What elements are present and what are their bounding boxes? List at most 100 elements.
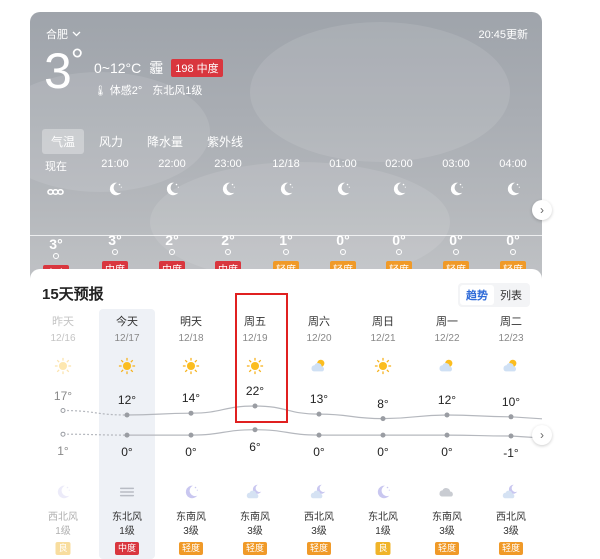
hour-time: 02:00 bbox=[385, 158, 413, 170]
tab-temperature[interactable]: 气温 bbox=[42, 129, 85, 154]
day-name: 周一 bbox=[436, 316, 458, 328]
wind-level: 1级 bbox=[375, 526, 391, 537]
forecast-next-button[interactable]: › bbox=[532, 425, 552, 445]
forecast-day-5[interactable]: 周日 12/21 东北风 1级良 bbox=[355, 309, 411, 559]
hour-temp-dot bbox=[340, 249, 346, 255]
list-toggle-button[interactable]: 列表 bbox=[494, 285, 528, 305]
moon-icon bbox=[379, 180, 419, 202]
location-selector[interactable]: 合肥 bbox=[46, 26, 81, 42]
day-wind: 东北风 1级 bbox=[355, 511, 411, 539]
day-aqi-badge: 轻度 bbox=[242, 542, 268, 555]
chevron-down-icon bbox=[72, 29, 81, 39]
wind-direction: 西北风 bbox=[496, 512, 526, 523]
day-date: 12/21 bbox=[370, 333, 396, 344]
day-date: 12/18 bbox=[178, 333, 204, 344]
day-aqi-badge: 良 bbox=[55, 542, 71, 555]
high-temp-label: 12° bbox=[437, 393, 457, 407]
moon-icon bbox=[208, 180, 248, 202]
wind-direction: 东北风 bbox=[112, 512, 142, 523]
day-name: 今天 bbox=[116, 316, 138, 328]
forecast-day-4[interactable]: 周六 12/20 西北风 3级 轻度 bbox=[291, 309, 347, 559]
tab-uv[interactable]: 紫外线 bbox=[198, 129, 252, 154]
infinity-icon bbox=[36, 184, 76, 206]
hour-time: 12/18 bbox=[272, 158, 300, 170]
day-wind: 西北风 3级 bbox=[291, 511, 347, 539]
day-wind: 东北风 1级 bbox=[99, 511, 155, 539]
day-wind: 东南风 3级 bbox=[419, 511, 475, 539]
moon-icon bbox=[323, 180, 363, 202]
low-temp-label: 0° bbox=[377, 445, 389, 460]
location-name: 合肥 bbox=[46, 29, 68, 41]
day-date: 12/17 bbox=[114, 333, 140, 344]
wind-level: 1级 bbox=[55, 526, 71, 537]
hour-time: 04:00 bbox=[499, 158, 527, 170]
day-date: 12/22 bbox=[434, 333, 460, 344]
hourly-item: 02:00 0°轻度 bbox=[379, 158, 419, 276]
sun-icon bbox=[355, 356, 411, 376]
hourly-item: 23:00 2°中度 bbox=[208, 158, 248, 276]
day-aqi-badge: 轻度 bbox=[306, 542, 332, 555]
hourly-next-button[interactable]: › bbox=[532, 200, 552, 220]
update-time: 20:45更新 bbox=[478, 29, 528, 41]
hour-time: 21:00 bbox=[101, 158, 129, 170]
aqi-badge[interactable]: 198 中度 bbox=[171, 59, 223, 77]
wind-direction: 东南风 bbox=[432, 512, 462, 523]
forecast-day-6[interactable]: 周一 12/22 东南风 3级轻度 bbox=[419, 309, 475, 559]
wind-level: 1级 bbox=[119, 526, 135, 537]
moon-cloud-icon bbox=[291, 483, 347, 503]
moon-cloud-icon bbox=[227, 483, 283, 503]
day-aqi-badge: 轻度 bbox=[434, 542, 460, 555]
high-temp-label: 12° bbox=[117, 393, 137, 407]
hour-temp-dot bbox=[112, 249, 118, 255]
forecast-day-0[interactable]: 昨天 12/16 西北风 1级良 bbox=[35, 309, 91, 559]
day-aqi-badge: 轻度 bbox=[178, 542, 204, 555]
tab-wind[interactable]: 风力 bbox=[90, 129, 132, 154]
moon-icon bbox=[493, 180, 533, 202]
day-name: 周五 bbox=[244, 316, 266, 328]
cloud-icon bbox=[419, 483, 475, 503]
sun-icon bbox=[227, 356, 283, 376]
moon-icon bbox=[163, 483, 219, 503]
hour-temp-dot bbox=[169, 249, 175, 255]
low-temp-label: 0° bbox=[185, 445, 197, 460]
hour-temp: 3° bbox=[49, 236, 63, 252]
wind-level: 3级 bbox=[183, 526, 199, 537]
hourly-item: 22:00 2°中度 bbox=[152, 158, 192, 276]
forecast-day-3[interactable]: 周五 12/19 东南风 3级 轻度 bbox=[227, 309, 283, 559]
hour-temp-dot bbox=[453, 249, 459, 255]
hour-time: 03:00 bbox=[442, 158, 470, 170]
day-wind: 西北风 3级 bbox=[483, 511, 539, 539]
low-temp-label: 0° bbox=[313, 445, 325, 460]
forecast-title: 15天预报 bbox=[42, 286, 104, 303]
day-name: 周二 bbox=[500, 316, 522, 328]
current-temp: 3° bbox=[44, 42, 84, 99]
hourly-temp-line bbox=[30, 235, 542, 236]
day-aqi-badge: 轻度 bbox=[498, 542, 524, 555]
day-date: 12/23 bbox=[498, 333, 524, 344]
high-temp-label: 10° bbox=[501, 394, 521, 409]
day-wind: 西北风 1级 bbox=[35, 511, 91, 539]
forecast-panel: 15天预报 趋势 列表 昨天 12/16 西北风 1级良 今天 12/17 东北风 1级中… bbox=[30, 269, 542, 559]
feels-like: 🌡 体感2° bbox=[94, 85, 143, 97]
forecast-day-2[interactable]: 明天 12/18 东南风 3级 轻度 bbox=[163, 309, 219, 559]
forecast-day-7[interactable]: 周二 12/23 西北风 3级轻度 bbox=[483, 309, 539, 559]
view-toggle: 趋势 列表 bbox=[458, 283, 530, 307]
wind-info: 东北风1级 bbox=[152, 85, 203, 97]
moon-icon bbox=[436, 180, 476, 202]
haze-icon bbox=[99, 483, 155, 503]
high-temp-label: 14° bbox=[181, 391, 201, 406]
day-name: 明天 bbox=[180, 316, 202, 328]
day-name: 周六 bbox=[308, 316, 330, 328]
thermometer-icon: 🌡 bbox=[94, 86, 107, 97]
trend-toggle-button[interactable]: 趋势 bbox=[460, 285, 494, 305]
forecast-day-1[interactable]: 今天 12/17 东北风 1级 中度 bbox=[99, 309, 155, 559]
wind-direction: 西北风 bbox=[48, 512, 78, 523]
hour-temp-dot bbox=[396, 249, 402, 255]
low-temp-label: -1° bbox=[503, 446, 519, 460]
tab-precipitation[interactable]: 降水量 bbox=[138, 129, 192, 154]
low-temp-label: 0° bbox=[121, 445, 133, 460]
hour-time: 23:00 bbox=[214, 158, 242, 170]
moon-icon bbox=[152, 180, 192, 202]
moon-icon bbox=[355, 483, 411, 503]
current-weather-card: 合肥 20:45更新 3° 0~12°C 霾 198 中度 🌡 体感2° 东北风… bbox=[30, 12, 542, 302]
